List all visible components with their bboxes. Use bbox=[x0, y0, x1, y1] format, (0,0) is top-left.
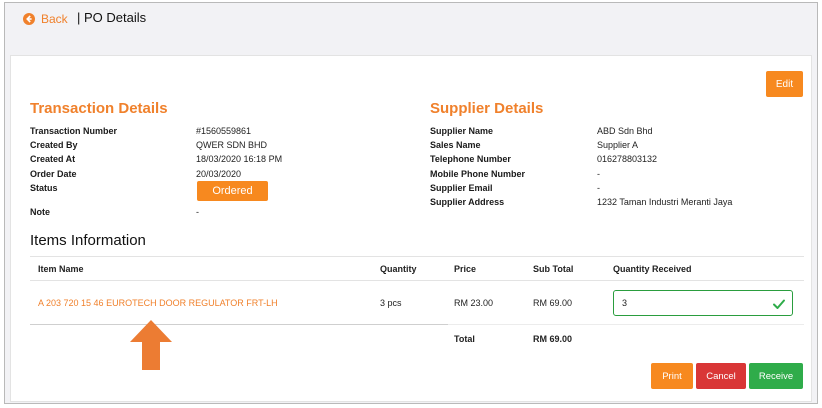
field-telephone-number: Telephone Number 016278803132 bbox=[430, 152, 800, 166]
field-value: - bbox=[196, 207, 199, 217]
column-header-sub-total: Sub Total bbox=[533, 264, 574, 274]
item-quantity: 3 pcs bbox=[380, 298, 402, 308]
field-value: - bbox=[597, 182, 600, 193]
field-created-by: Created By QWER SDN BHD bbox=[30, 138, 410, 152]
items-table-header: Item Name Quantity Price Sub Total Quant… bbox=[30, 256, 804, 281]
arrow-up-icon bbox=[130, 320, 172, 375]
field-label: Telephone Number bbox=[430, 154, 511, 165]
field-mobile-phone-number: Mobile Phone Number - bbox=[430, 167, 800, 181]
po-details-card: Edit Transaction Details Transaction Num… bbox=[10, 55, 812, 402]
back-label: Back bbox=[41, 12, 68, 26]
supplier-details-title: Supplier Details bbox=[430, 100, 544, 117]
field-sales-name: Sales Name Supplier A bbox=[430, 138, 800, 152]
field-value: QWER SDN BHD bbox=[196, 140, 268, 151]
status-badge: Ordered bbox=[197, 181, 268, 201]
receive-button[interactable]: Receive bbox=[749, 363, 803, 389]
field-order-date: Order Date 20/03/2020 bbox=[30, 167, 410, 181]
field-label: Created By bbox=[30, 140, 78, 151]
arrow-left-circle-icon bbox=[23, 13, 35, 25]
field-value: 20/03/2020 bbox=[196, 168, 242, 179]
field-value: 1232 Taman Industri Meranti Jaya bbox=[597, 196, 733, 207]
field-value: 18/03/2020 16:18 PM bbox=[196, 154, 283, 165]
field-value: #1560559861 bbox=[196, 126, 252, 136]
field-supplier-email: Supplier Email - bbox=[430, 181, 800, 195]
field-label: Created At bbox=[30, 154, 76, 165]
field-value: - bbox=[597, 168, 600, 179]
column-header-item-name: Item Name bbox=[38, 264, 84, 274]
field-value: Supplier A bbox=[597, 140, 639, 151]
quantity-received-input[interactable]: 3 bbox=[613, 290, 793, 316]
supplier-fields: Supplier Name ABD Sdn Bhd Sales Name Sup… bbox=[430, 124, 800, 209]
field-label: Supplier Email bbox=[430, 182, 493, 193]
app-window: Back | PO Details Edit Transaction Detai… bbox=[4, 2, 818, 404]
field-transaction-number: Transaction Number #1560559861 bbox=[30, 124, 410, 138]
transaction-details-title: Transaction Details bbox=[30, 100, 168, 117]
field-supplier-address: Supplier Address 1232 Taman Industri Mer… bbox=[430, 195, 800, 209]
column-header-quantity: Quantity bbox=[380, 264, 417, 274]
item-subtotal: RM 69.00 bbox=[533, 298, 573, 308]
column-header-quantity-received: Quantity Received bbox=[613, 264, 692, 274]
row-divider bbox=[30, 324, 448, 325]
item-price: RM 23.00 bbox=[454, 298, 494, 308]
check-icon bbox=[772, 296, 786, 320]
field-label: Status bbox=[30, 182, 58, 193]
edit-button[interactable]: Edit bbox=[766, 71, 803, 97]
field-label: Transaction Number bbox=[30, 126, 118, 136]
row-divider-light bbox=[448, 324, 804, 325]
back-button[interactable]: Back bbox=[23, 12, 68, 26]
field-label: Mobile Phone Number bbox=[430, 168, 526, 179]
field-label: Supplier Address bbox=[430, 196, 505, 207]
total-label: Total bbox=[454, 334, 475, 344]
field-label: Order Date bbox=[30, 168, 77, 179]
print-button[interactable]: Print bbox=[651, 363, 693, 389]
field-supplier-name: Supplier Name ABD Sdn Bhd bbox=[430, 124, 800, 138]
page-title: | PO Details bbox=[77, 10, 147, 25]
items-information-title: Items Information bbox=[30, 232, 146, 249]
field-label: Supplier Name bbox=[430, 126, 494, 136]
field-created-at: Created At 18/03/2020 16:18 PM bbox=[30, 152, 410, 166]
top-bar: Back | PO Details bbox=[5, 3, 817, 51]
column-header-price: Price bbox=[454, 264, 477, 274]
field-value: 016278803132 bbox=[597, 154, 658, 165]
cancel-button[interactable]: Cancel bbox=[696, 363, 746, 389]
item-name-link[interactable]: A 203 720 15 46 EUROTECH DOOR REGULATOR … bbox=[38, 298, 278, 308]
field-value: ABD Sdn Bhd bbox=[597, 126, 653, 136]
quantity-received-value: 3 bbox=[622, 298, 628, 308]
total-value: RM 69.00 bbox=[533, 334, 573, 344]
field-label: Note bbox=[30, 207, 50, 217]
field-label: Sales Name bbox=[430, 140, 481, 151]
